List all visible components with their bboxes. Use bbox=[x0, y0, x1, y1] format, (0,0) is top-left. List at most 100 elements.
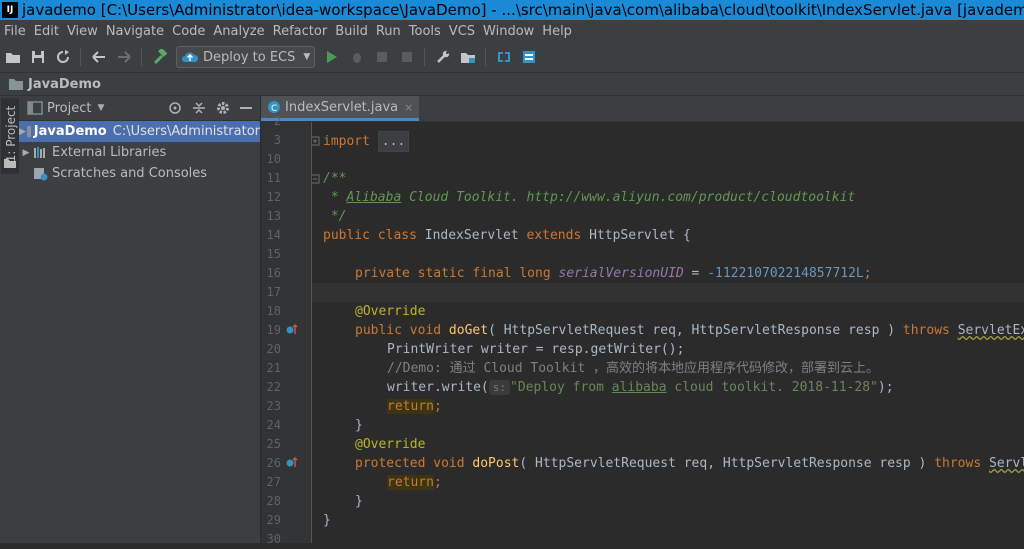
navigation-bar: JavaDemo bbox=[0, 72, 1024, 96]
menu-code[interactable]: Code bbox=[168, 24, 209, 39]
menu-run[interactable]: Run bbox=[372, 24, 405, 39]
open-folder-icon[interactable] bbox=[1, 45, 25, 69]
editor-tab-indexservlet[interactable]: C IndexServlet.java × bbox=[261, 96, 420, 121]
line-number: 30 bbox=[266, 532, 281, 546]
editor-tabs: C IndexServlet.java × bbox=[261, 96, 1024, 122]
editor-gutter: 2 3 10 11 12 13 14 15 16 17 18 19 20 21 … bbox=[261, 114, 312, 546]
forward-arrow-icon[interactable] bbox=[112, 45, 136, 69]
tree-item-label: JavaDemo bbox=[33, 124, 107, 139]
fold-marker-icon[interactable] bbox=[312, 174, 320, 184]
code-token: throws bbox=[902, 323, 958, 338]
code-line-28: } bbox=[355, 492, 363, 511]
code-token: -112210702214857712L bbox=[707, 266, 864, 281]
tree-item-external-libraries[interactable]: ▶ External Libraries bbox=[19, 142, 260, 163]
alibaba-cloud-icon[interactable] bbox=[517, 45, 541, 69]
code-token: return bbox=[387, 475, 434, 490]
code-token: ( HttpServletRequest req, HttpServletRes… bbox=[519, 456, 935, 471]
project-view-title[interactable]: Project bbox=[47, 101, 91, 116]
line-number: 19 bbox=[266, 323, 281, 337]
parameter-hint: s: bbox=[488, 380, 510, 395]
code-token: @Override bbox=[355, 304, 426, 319]
code-line-25: @Override bbox=[355, 435, 425, 454]
menu-vcs[interactable]: VCS bbox=[445, 24, 479, 39]
expand-arrow-icon[interactable]: ▶ bbox=[19, 148, 33, 158]
hide-panel-icon[interactable] bbox=[240, 101, 252, 115]
code-token: } bbox=[355, 418, 363, 433]
code-token: throws bbox=[934, 456, 989, 471]
line-number: 21 bbox=[266, 361, 281, 375]
line-number: 11 bbox=[266, 171, 281, 185]
close-tab-icon[interactable]: × bbox=[404, 101, 413, 114]
menu-build[interactable]: Build bbox=[331, 24, 372, 39]
code-line-29: } bbox=[323, 511, 331, 530]
code-token: writer.write( bbox=[387, 380, 489, 395]
run-config-label: Deploy to ECS bbox=[203, 49, 296, 65]
debug-icon[interactable] bbox=[345, 45, 369, 69]
code-token: * bbox=[323, 190, 347, 205]
code-token: ; bbox=[433, 399, 442, 414]
line-number: 20 bbox=[266, 342, 281, 356]
build-hammer-icon[interactable] bbox=[148, 45, 172, 69]
stop-icon[interactable] bbox=[395, 45, 419, 69]
breadcrumb-project: JavaDemo bbox=[28, 76, 101, 92]
breadcrumb[interactable]: JavaDemo bbox=[8, 77, 101, 92]
cloud-upload-icon bbox=[182, 52, 199, 62]
tree-item-path: C:\Users\Administrator bbox=[112, 124, 260, 139]
code-token: cloud toolkit. 2018-11-28" bbox=[666, 380, 878, 395]
project-panel-header: Project ▼ bbox=[19, 96, 260, 121]
code-token: IndexServlet bbox=[424, 228, 527, 243]
code-token: ); bbox=[877, 380, 894, 395]
menu-tools[interactable]: Tools bbox=[405, 24, 445, 39]
menu-navigate[interactable]: Navigate bbox=[102, 24, 168, 39]
code-token: alibaba bbox=[611, 380, 667, 395]
run-config-select[interactable]: Deploy to ECS ▼ bbox=[176, 46, 316, 68]
window-title-bar: IJ javademo [C:\Users\Administrator\idea… bbox=[0, 0, 1024, 20]
code-token: import bbox=[323, 134, 370, 149]
project-folder-icon bbox=[9, 78, 23, 90]
gear-icon[interactable] bbox=[216, 101, 230, 115]
menu-help[interactable]: Help bbox=[538, 24, 576, 39]
code-line-18: @Override bbox=[355, 302, 425, 321]
code-editor[interactable]: import ... /** * Alibaba Cloud Toolkit. … bbox=[312, 122, 1024, 543]
project-view-icon bbox=[27, 101, 43, 115]
run-icon[interactable] bbox=[320, 45, 344, 69]
cloud-view-icon[interactable] bbox=[492, 45, 516, 69]
code-token: doGet bbox=[448, 323, 489, 338]
menu-refactor[interactable]: Refactor bbox=[269, 24, 332, 39]
tree-item-javademo[interactable]: ▶ JavaDemo C:\Users\Administrator bbox=[19, 121, 260, 142]
settings-wrench-icon[interactable] bbox=[431, 45, 455, 69]
locate-target-icon[interactable] bbox=[168, 101, 182, 115]
override-method-icon[interactable] bbox=[286, 324, 298, 336]
collapse-all-icon[interactable] bbox=[192, 101, 206, 115]
run-with-coverage-icon[interactable] bbox=[370, 45, 394, 69]
line-number: 10 bbox=[266, 152, 281, 166]
expand-arrow-icon[interactable]: ▶ bbox=[19, 127, 26, 137]
menu-bar: File Edit View Navigate Code Analyze Ref… bbox=[0, 20, 1024, 42]
tree-item-scratches[interactable]: Scratches and Consoles bbox=[19, 163, 260, 184]
fold-marker-icon[interactable] bbox=[312, 136, 320, 146]
line-number: 12 bbox=[266, 190, 281, 204]
menu-file[interactable]: File bbox=[0, 24, 30, 39]
chevron-down-icon[interactable]: ▼ bbox=[97, 103, 104, 113]
menu-window[interactable]: Window bbox=[479, 24, 538, 39]
override-method-icon[interactable] bbox=[286, 457, 298, 469]
chevron-down-icon: ▼ bbox=[303, 52, 311, 62]
code-token: ( HttpServletRequest req, HttpServletRes… bbox=[488, 323, 903, 338]
code-token: "Deploy from bbox=[510, 380, 612, 395]
code-token: //Demo: 通过 Cloud Toolkit ，高效的将本地应用程序代码修改… bbox=[387, 361, 880, 376]
menu-edit[interactable]: Edit bbox=[30, 24, 63, 39]
line-number: 14 bbox=[266, 228, 281, 242]
back-arrow-icon[interactable] bbox=[87, 45, 111, 69]
code-line-11: /** bbox=[323, 169, 346, 188]
toolbar-separator bbox=[141, 48, 142, 66]
editor-area: C IndexServlet.java × 2 3 10 11 12 13 14… bbox=[261, 96, 1024, 546]
left-tool-strip: 1: Project bbox=[0, 96, 20, 543]
project-structure-icon[interactable] bbox=[456, 45, 480, 69]
save-all-icon[interactable] bbox=[26, 45, 50, 69]
folded-imports[interactable]: ... bbox=[377, 131, 410, 152]
menu-view[interactable]: View bbox=[63, 24, 102, 39]
code-token: = bbox=[683, 266, 708, 281]
sync-icon[interactable] bbox=[51, 45, 75, 69]
menu-analyze[interactable]: Analyze bbox=[209, 24, 268, 39]
code-token: doPost bbox=[472, 456, 520, 471]
